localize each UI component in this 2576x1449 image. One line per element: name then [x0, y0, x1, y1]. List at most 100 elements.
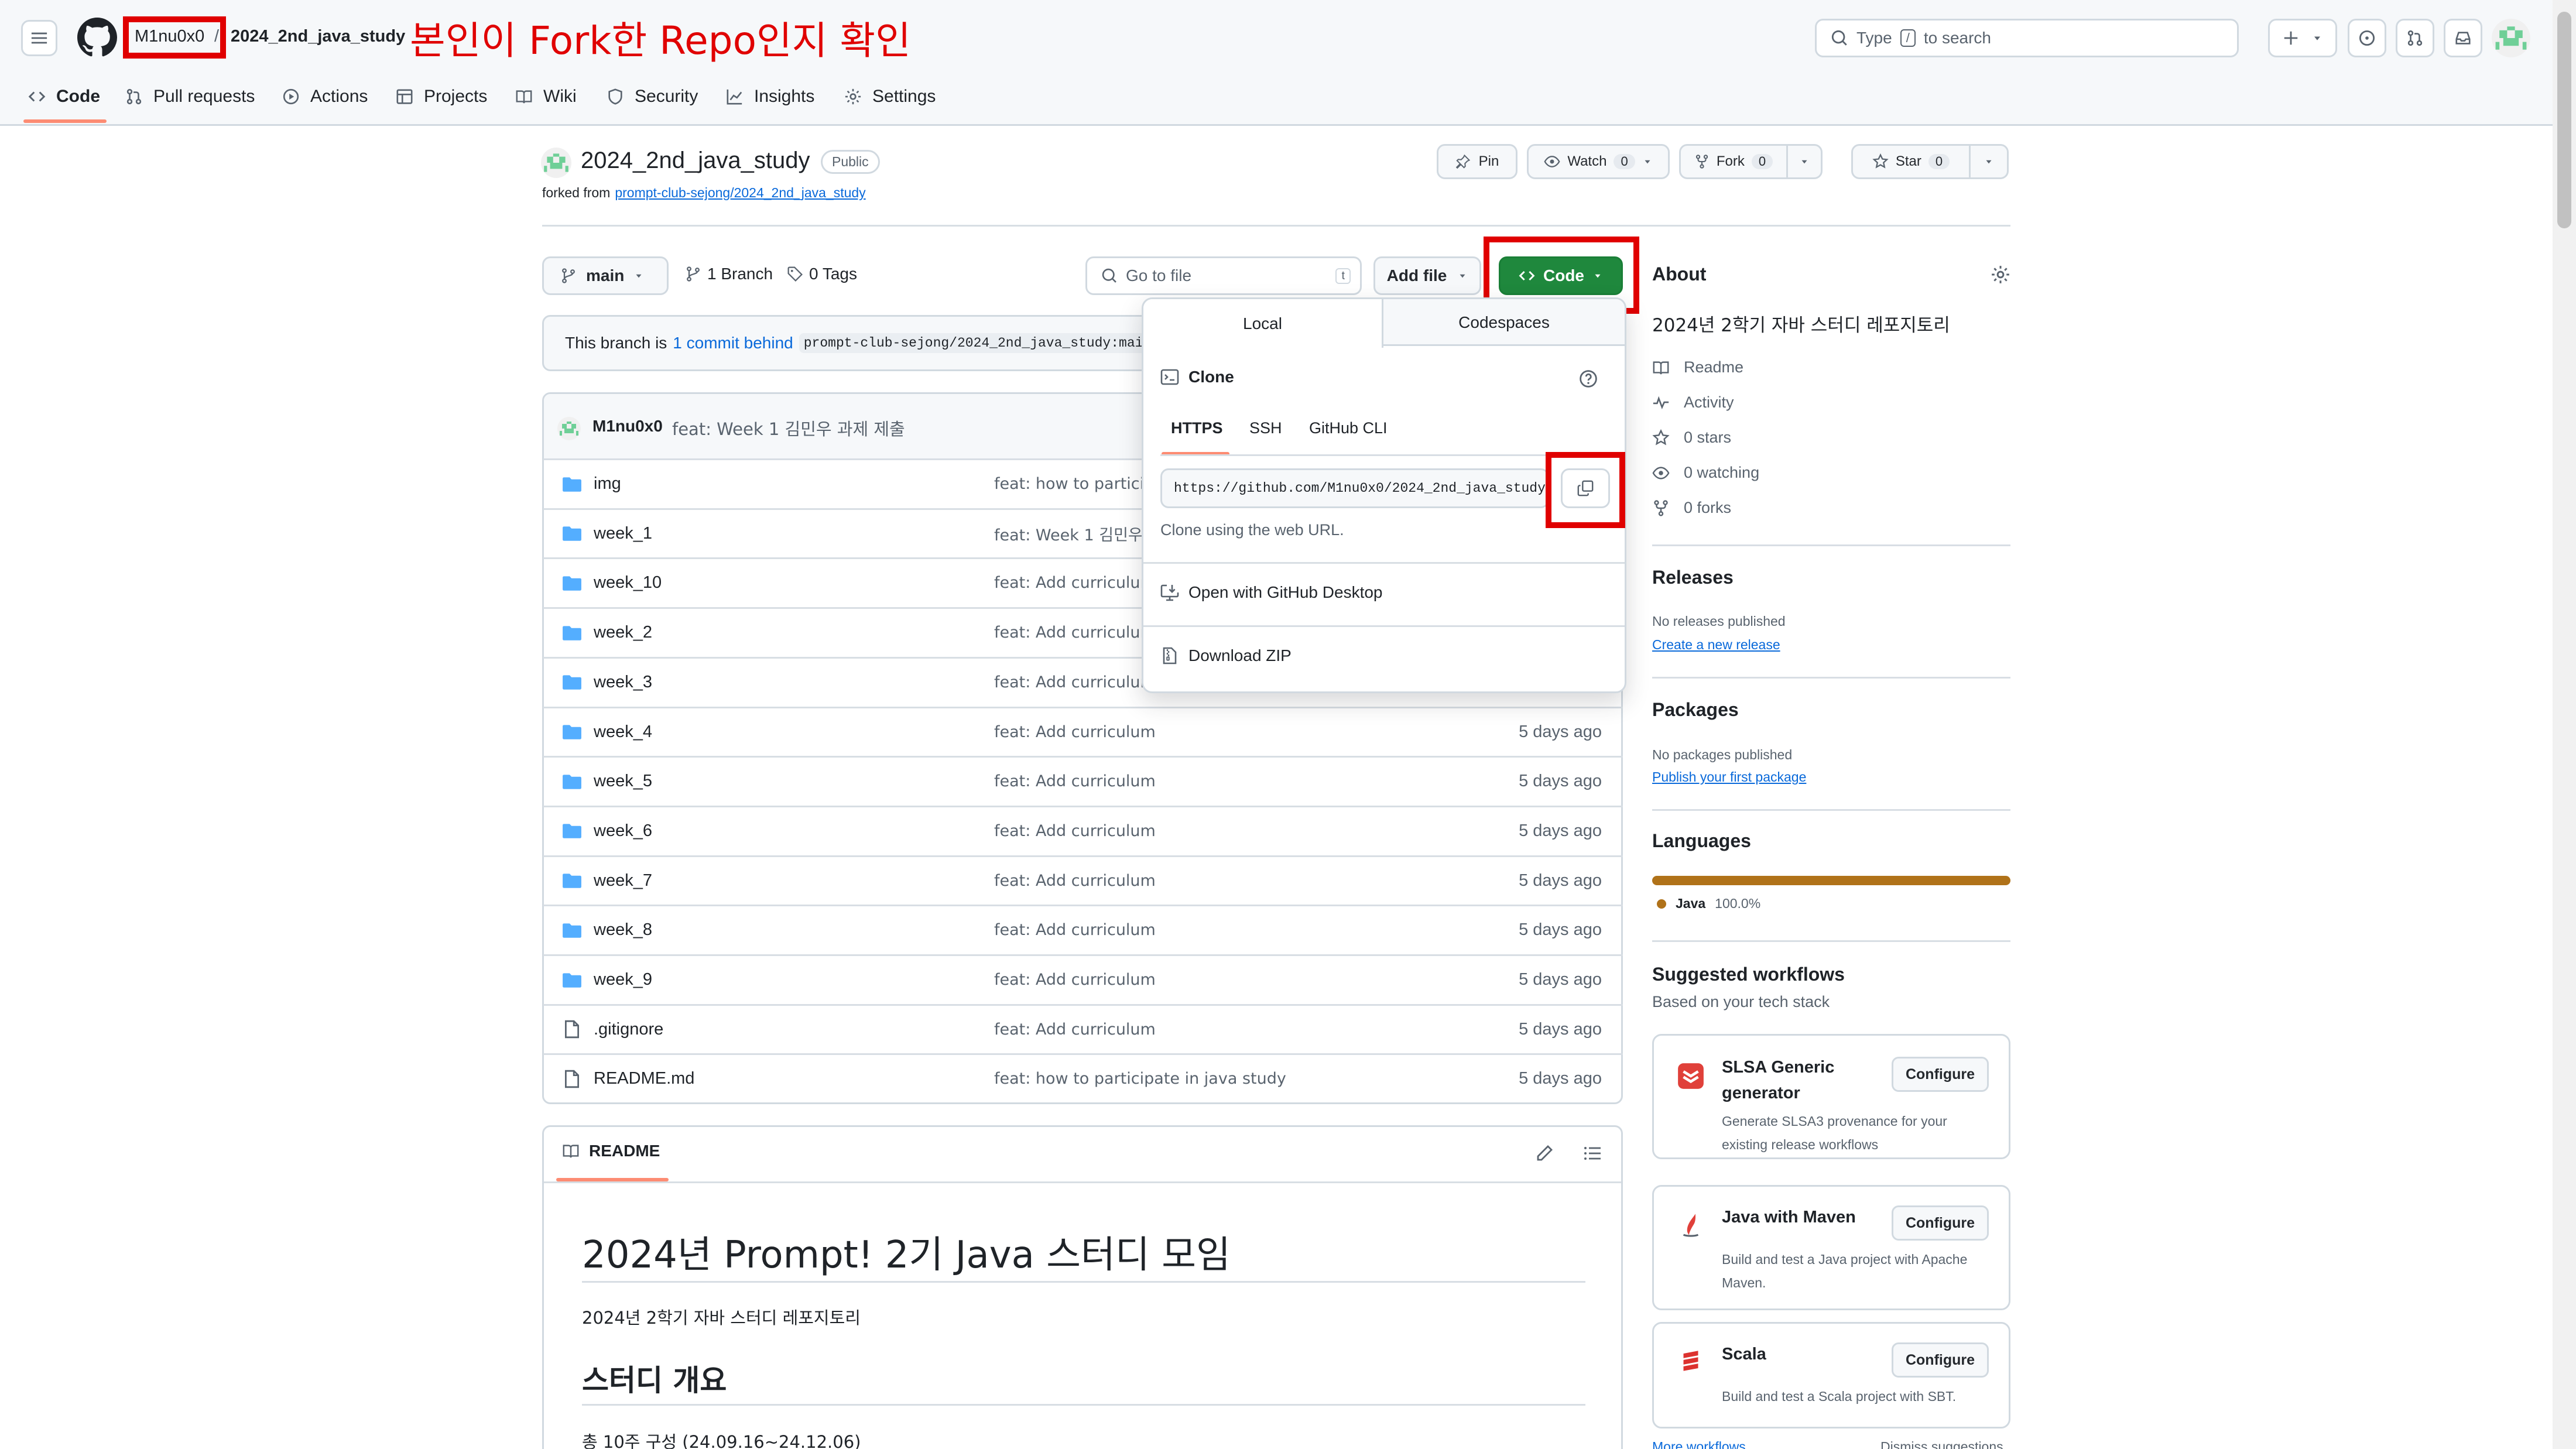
dismiss-suggestions-link[interactable]: Dismiss suggestions	[1880, 1439, 2003, 1449]
file-name[interactable]: week_8	[594, 920, 652, 940]
file-commit-message[interactable]: feat: Add curriculum	[994, 822, 1156, 840]
file-name[interactable]: week_10	[594, 573, 662, 592]
pencil-icon[interactable]	[1535, 1144, 1554, 1163]
file-name[interactable]: week_4	[594, 722, 652, 742]
table-row[interactable]: week_6 feat: Add curriculum 5 days ago	[543, 805, 1623, 855]
tab-insights[interactable]: Insights	[726, 76, 814, 117]
configure-button[interactable]: Configure	[1892, 1057, 1989, 1092]
readme-tab[interactable]: README	[562, 1142, 660, 1160]
star-dropdown-button[interactable]	[1969, 144, 2009, 179]
about-stars-link[interactable]: 0 stars	[1652, 429, 1731, 447]
breadcrumb-owner[interactable]: M1nu0x0	[135, 27, 204, 46]
about-readme-link[interactable]: Readme	[1652, 358, 1743, 376]
pull-requests-header-button[interactable]	[2396, 19, 2434, 57]
file-commit-message[interactable]: feat: Add curriculum	[994, 772, 1156, 790]
file-commit-message[interactable]: feat: Add curriculum	[994, 921, 1156, 939]
publish-package-link[interactable]: Publish your first package	[1652, 769, 1806, 785]
breadcrumb-repo[interactable]: 2024_2nd_java_study	[231, 27, 405, 46]
create-new-button[interactable]	[2268, 19, 2337, 57]
language-item[interactable]: Java 100.0%	[1657, 896, 1760, 912]
file-name[interactable]: .gitignore	[594, 1020, 663, 1039]
releases-title[interactable]: Releases	[1652, 567, 1734, 588]
github-logo-icon[interactable]	[77, 18, 117, 57]
file-commit-message[interactable]: feat: Add curriculum	[994, 624, 1156, 642]
tag-count-link[interactable]: 0 Tags	[787, 265, 857, 283]
tab-settings[interactable]: Settings	[844, 76, 936, 117]
file-name[interactable]: week_1	[594, 524, 652, 543]
table-row[interactable]: README.md feat: how to participate in jav…	[543, 1053, 1623, 1102]
tab-wiki[interactable]: Wiki	[515, 76, 577, 117]
branch-count-link[interactable]: 1 Branch	[685, 265, 773, 283]
protocol-tab-cli[interactable]: GitHub CLI	[1309, 419, 1388, 437]
hamburger-menu-button[interactable]	[21, 20, 57, 56]
file-commit-message[interactable]: feat: Add curriculum	[994, 574, 1156, 592]
configure-button[interactable]: Configure	[1892, 1205, 1989, 1241]
tab-actions[interactable]: Actions	[282, 76, 368, 117]
table-row[interactable]: week_5 feat: Add curriculum 5 days ago	[543, 756, 1623, 805]
file-commit-message[interactable]: feat: Add curriculum	[994, 723, 1156, 741]
commit-author[interactable]: M1nu0x0	[592, 417, 663, 436]
branch-select-button[interactable]: main	[542, 256, 669, 295]
download-zip-item[interactable]: Download ZIP	[1160, 646, 1292, 665]
more-workflows-link[interactable]: More workflows	[1652, 1439, 1746, 1449]
file-commit-message[interactable]: feat: Add curriculum	[994, 971, 1156, 989]
commit-message[interactable]: feat: Week 1 김민우 과제 제출	[672, 416, 905, 440]
scrollbar-thumb[interactable]	[2557, 12, 2571, 228]
table-row[interactable]: .gitignore feat: Add curriculum 5 days ago	[543, 1003, 1623, 1053]
table-row[interactable]: week_9 feat: Add curriculum 5 days ago	[543, 954, 1623, 1003]
go-to-file-input[interactable]: Go to file t	[1085, 256, 1362, 295]
tag-icon	[787, 266, 803, 282]
tab-security[interactable]: Security	[607, 76, 698, 117]
protocol-tab-https[interactable]: HTTPS	[1171, 419, 1223, 437]
configure-button[interactable]: Configure	[1892, 1342, 1989, 1378]
file-commit-age: 5 days ago	[1519, 821, 1602, 840]
file-name[interactable]: img	[594, 474, 621, 494]
clone-url-input[interactable]: https://github.com/M1nu0x0/2024_2nd_java…	[1160, 468, 1549, 508]
behind-link[interactable]: 1 commit behind	[673, 334, 793, 352]
file-name[interactable]: week_5	[594, 772, 652, 791]
open-desktop-item[interactable]: Open with GitHub Desktop	[1160, 583, 1383, 602]
about-activity-link[interactable]: Activity	[1652, 393, 1734, 412]
tab-projects[interactable]: Projects	[396, 76, 487, 117]
file-name[interactable]: week_9	[594, 970, 652, 989]
file-icon	[562, 1069, 582, 1089]
table-row[interactable]: week_4 feat: Add curriculum 5 days ago	[543, 706, 1623, 756]
file-commit-message[interactable]: feat: Add curriculum	[994, 872, 1156, 890]
watch-button[interactable]: Watch 0	[1527, 144, 1670, 179]
pin-button[interactable]: Pin	[1437, 144, 1517, 179]
protocol-tab-ssh[interactable]: SSH	[1249, 419, 1282, 437]
file-name[interactable]: week_7	[594, 871, 652, 890]
tab-pull-requests[interactable]: Pull requests	[125, 76, 255, 117]
file-name[interactable]: week_2	[594, 623, 652, 642]
avatar[interactable]	[2492, 19, 2530, 57]
table-row[interactable]: week_8 feat: Add curriculum 5 days ago	[543, 905, 1623, 954]
file-name[interactable]: README.md	[594, 1069, 694, 1088]
file-name[interactable]: week_3	[594, 673, 652, 692]
gear-icon[interactable]	[1991, 265, 2010, 285]
packages-title[interactable]: Packages	[1652, 699, 1739, 721]
search-input[interactable]: Type / to search	[1815, 19, 2239, 57]
fork-button[interactable]: Fork 0	[1679, 144, 1788, 179]
repo-name[interactable]: 2024_2nd_java_study	[581, 148, 810, 174]
issues-button[interactable]	[2348, 19, 2386, 57]
forked-from-link[interactable]: prompt-club-sejong/2024_2nd_java_study	[615, 185, 865, 201]
create-release-link[interactable]: Create a new release	[1652, 637, 1780, 653]
list-outline-icon[interactable]	[1583, 1144, 1602, 1163]
star-button[interactable]: Star 0	[1851, 144, 1971, 179]
file-name[interactable]: week_6	[594, 821, 652, 841]
table-row[interactable]: week_7 feat: Add curriculum 5 days ago	[543, 855, 1623, 905]
file-commit-message[interactable]: feat: Add curriculum	[994, 673, 1156, 691]
tab-local[interactable]: Local	[1143, 299, 1383, 348]
tab-code[interactable]: Code	[28, 76, 100, 117]
file-commit-message[interactable]: feat: Add curriculum	[994, 1020, 1156, 1039]
fork-dropdown-button[interactable]	[1786, 144, 1823, 179]
file-commit-message[interactable]: feat: how to participate in java study	[994, 1070, 1286, 1088]
tab-codespaces[interactable]: Codespaces	[1383, 299, 1625, 346]
code-button[interactable]: Code	[1499, 256, 1623, 295]
about-watching-link[interactable]: 0 watching	[1652, 464, 1759, 482]
help-icon[interactable]	[1578, 369, 1598, 389]
copy-url-button[interactable]	[1561, 468, 1610, 508]
inbox-button[interactable]	[2444, 19, 2482, 57]
add-file-button[interactable]: Add file	[1373, 256, 1481, 295]
about-forks-link[interactable]: 0 forks	[1652, 499, 1731, 517]
